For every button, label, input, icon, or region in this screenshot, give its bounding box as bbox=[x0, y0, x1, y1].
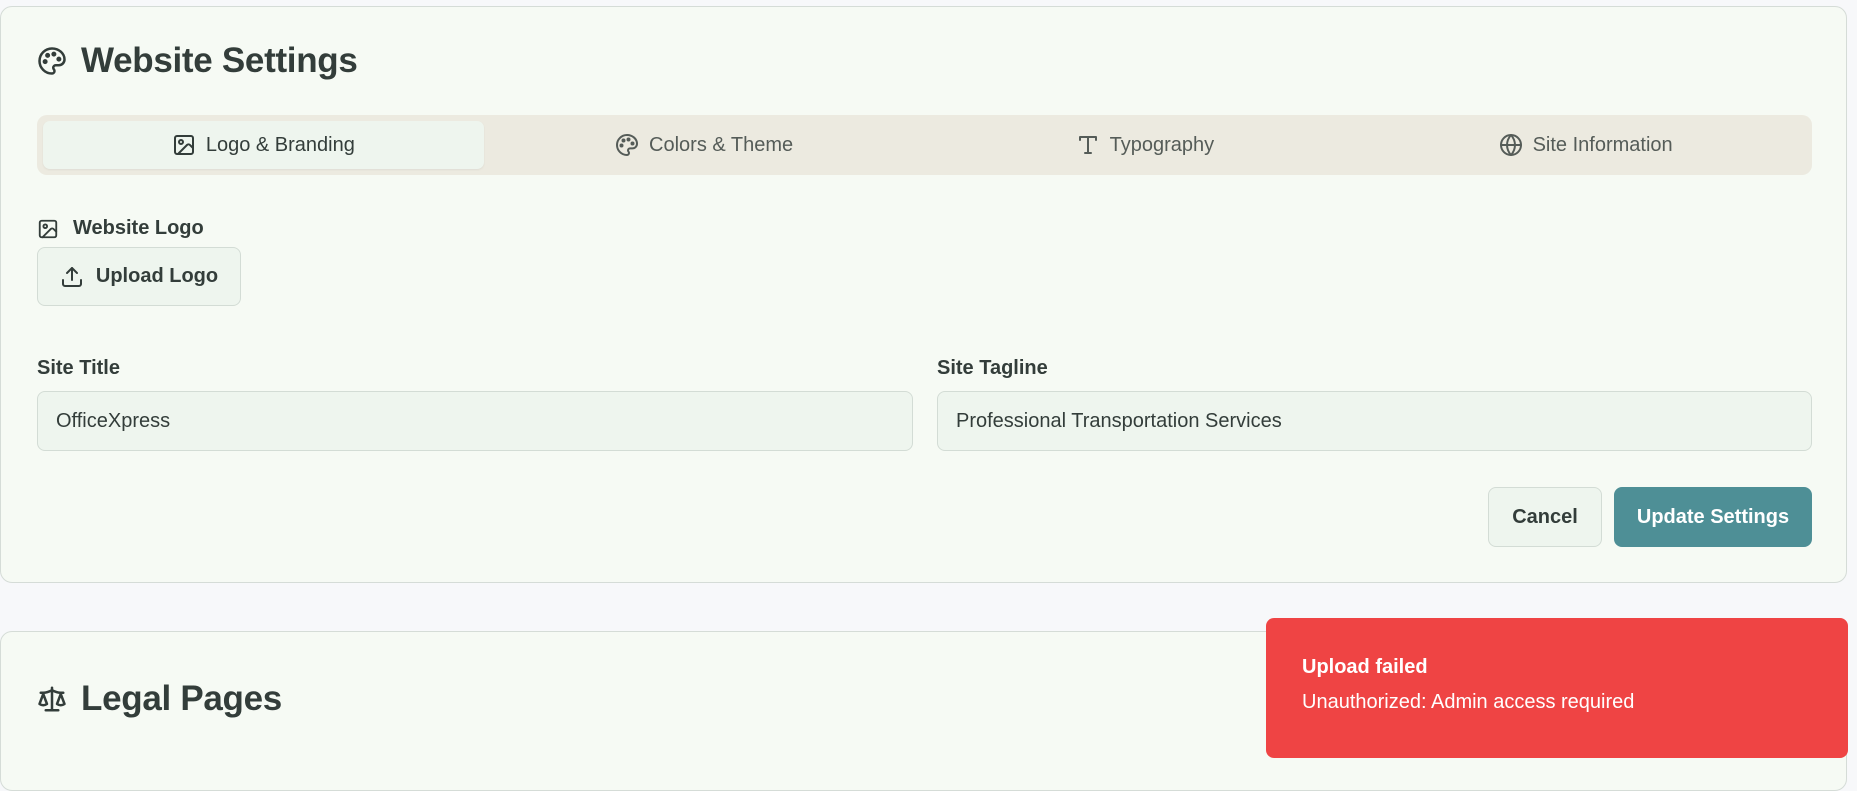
legal-title: Legal Pages bbox=[81, 679, 282, 718]
tab-typography[interactable]: Typography bbox=[925, 121, 1366, 169]
website-settings-card: Website Settings Logo & Branding Colors … bbox=[0, 6, 1847, 583]
tab-label: Logo & Branding bbox=[205, 133, 355, 156]
image-icon bbox=[172, 133, 196, 157]
image-icon bbox=[37, 218, 59, 240]
site-title-label: Site Title bbox=[37, 357, 120, 379]
site-tagline-label: Site Tagline bbox=[937, 357, 1048, 379]
tab-site-information[interactable]: Site Information bbox=[1365, 121, 1806, 169]
website-logo-text: Website Logo bbox=[73, 217, 204, 239]
page-title: Website Settings bbox=[81, 41, 358, 80]
site-tagline-input[interactable] bbox=[937, 391, 1812, 451]
globe-icon bbox=[1499, 133, 1523, 157]
scale-icon bbox=[37, 684, 67, 714]
upload-logo-label: Upload Logo bbox=[95, 265, 219, 287]
error-toast[interactable]: Upload failed Unauthorized: Admin access… bbox=[1266, 618, 1848, 758]
update-settings-button[interactable]: Update Settings bbox=[1614, 487, 1812, 547]
upload-icon bbox=[60, 265, 84, 289]
legal-heading: Legal Pages bbox=[37, 679, 282, 719]
upload-logo-button[interactable]: Upload Logo bbox=[37, 247, 241, 306]
website-logo-label: Website Logo bbox=[37, 217, 204, 240]
toast-title: Upload failed bbox=[1302, 656, 1428, 678]
settings-heading: Website Settings bbox=[37, 41, 358, 81]
tab-label: Colors & Theme bbox=[649, 133, 794, 156]
tab-logo-branding[interactable]: Logo & Branding bbox=[43, 121, 484, 169]
site-title-input[interactable] bbox=[37, 391, 913, 451]
cancel-button[interactable]: Cancel bbox=[1488, 487, 1602, 547]
type-icon bbox=[1076, 133, 1100, 157]
tab-label: Site Information bbox=[1532, 133, 1673, 156]
toast-message: Unauthorized: Admin access required bbox=[1302, 691, 1635, 713]
tab-label: Typography bbox=[1109, 133, 1215, 156]
settings-tabs: Logo & Branding Colors & Theme Typograph… bbox=[37, 115, 1812, 175]
tab-colors-theme[interactable]: Colors & Theme bbox=[484, 121, 925, 169]
palette-icon bbox=[615, 133, 639, 157]
palette-icon bbox=[37, 46, 67, 76]
